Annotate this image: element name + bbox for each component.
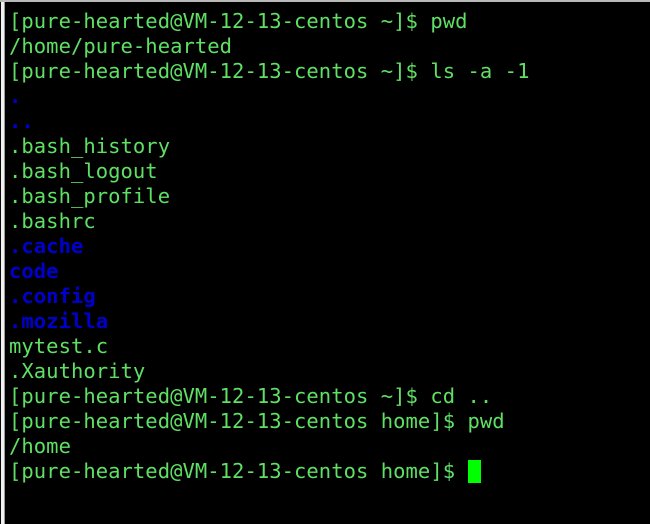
directory-entry: .config <box>9 284 96 308</box>
terminal-output-line: /home/pure-hearted <box>9 34 233 58</box>
terminal-output: [pure-hearted@VM-12-13-centos ~]$ pwd/ho… <box>9 9 650 484</box>
terminal-cursor <box>467 460 481 483</box>
terminal-window[interactable]: [pure-hearted@VM-12-13-centos ~]$ pwd/ho… <box>0 0 650 524</box>
window-left-border <box>0 0 5 524</box>
terminal-prompt-line: [pure-hearted@VM-12-13-centos ~]$ ls -a … <box>9 59 530 83</box>
directory-entry: . <box>9 84 22 108</box>
file-entry: .Xauthority <box>9 359 146 383</box>
window-top-border <box>0 0 650 2</box>
file-entry: .bash_profile <box>9 184 171 208</box>
terminal-line-text: [pure-hearted@VM-12-13-centos home]$ <box>9 459 468 483</box>
file-entry: .bash_logout <box>9 159 158 183</box>
file-entry: .bashrc <box>9 209 96 233</box>
terminal-prompt-line-active: [pure-hearted@VM-12-13-centos home]$ <box>9 459 650 484</box>
file-entry: mytest.c <box>9 334 109 358</box>
terminal-screen[interactable]: [pure-hearted@VM-12-13-centos ~]$ pwd/ho… <box>0 0 650 524</box>
window-left-border-highlight <box>1 0 4 524</box>
directory-entry: code <box>9 259 59 283</box>
directory-entry: .mozilla <box>9 309 109 333</box>
terminal-prompt-line: [pure-hearted@VM-12-13-centos home]$ pwd <box>9 409 505 433</box>
directory-entry: .cache <box>9 234 84 258</box>
terminal-prompt-line: [pure-hearted@VM-12-13-centos ~]$ pwd <box>9 9 468 33</box>
terminal-prompt-line: [pure-hearted@VM-12-13-centos ~]$ cd .. <box>9 384 493 408</box>
terminal-output-line: /home <box>9 434 71 458</box>
file-entry: .bash_history <box>9 134 171 158</box>
directory-entry: .. <box>9 109 34 133</box>
